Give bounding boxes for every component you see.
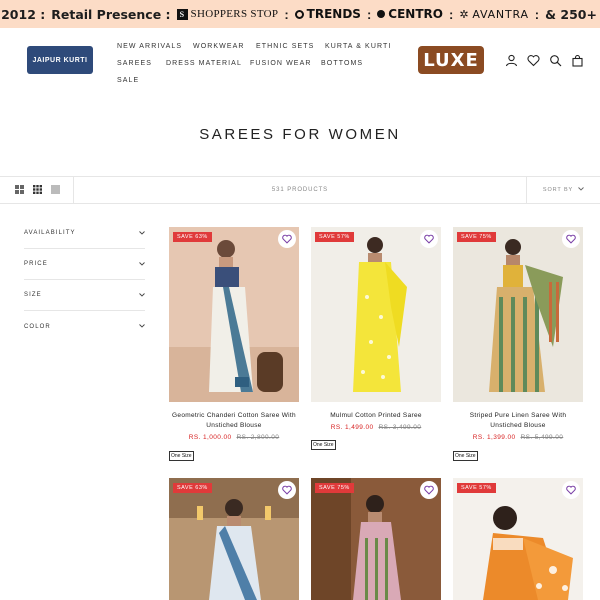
nav-row: SALE [117, 72, 407, 89]
user-icon[interactable] [505, 54, 518, 67]
bag-icon[interactable] [571, 54, 584, 67]
sort-by-dropdown[interactable]: SORT BY [526, 177, 600, 203]
product-name[interactable]: Geometric Chanderi Cotton Saree With Uns… [169, 411, 299, 431]
chevron-down-icon [139, 292, 145, 299]
nav-row: SAREES DRESS MATERIAL FUSION WEAR BOTTOM… [117, 55, 407, 72]
sale-price: RS. 1,000.00 [188, 434, 232, 441]
product-name[interactable]: Mulmul Cotton Printed Saree [311, 411, 441, 421]
wishlist-heart-icon[interactable] [420, 230, 438, 248]
original-price: RS. 2,800.00 [236, 434, 280, 441]
original-price: RS. 3,499.00 [378, 424, 422, 431]
wishlist-heart-icon[interactable] [420, 481, 438, 499]
filter-label: COLOR [24, 323, 51, 330]
site-header: JAIPUR KURTI NEW ARRIVALS WORKWEAR ETHNI… [0, 28, 600, 94]
product-prices: RS. 1,399.00 RS. 5,499.00 [453, 434, 583, 441]
page-title: SAREES FOR WOMEN [199, 126, 401, 143]
filter-availability[interactable]: AVAILABILITY [24, 218, 145, 249]
wishlist-heart-icon[interactable] [562, 230, 580, 248]
nav-ethnic-sets[interactable]: ETHNIC SETS [256, 43, 325, 50]
discount-badge: SAVE 63% [173, 232, 212, 242]
discount-badge: SAVE 57% [457, 483, 496, 493]
nav-new-arrivals[interactable]: NEW ARRIVALS [117, 43, 193, 50]
product-card[interactable]: SAVE 75% Striped Pure Linen Saree With U… [453, 227, 583, 467]
original-price: RS. 5,499.00 [520, 434, 564, 441]
nav-sale[interactable]: SALE [117, 77, 139, 84]
nav-dress-material[interactable]: DRESS MATERIAL [166, 60, 250, 67]
separator: : [448, 6, 454, 22]
sale-price: RS. 1,399.00 [472, 434, 516, 441]
product-card[interactable]: SAVE 63% Geometric Chanderi Cotton Saree… [169, 227, 299, 467]
announcement-bar: Since 2012 : Retail Presence : SSHOPPERS… [0, 0, 600, 28]
product-image[interactable]: SAVE 63% [169, 227, 299, 402]
filter-label: PRICE [24, 261, 48, 267]
discount-badge: SAVE 75% [457, 232, 496, 242]
main-nav: NEW ARRIVALS WORKWEAR ETHNIC SETS KURTA … [117, 38, 407, 89]
size-option[interactable]: One Size [311, 440, 336, 450]
announcement-retail: Retail Presence : [51, 6, 171, 22]
size-option[interactable]: One Size [453, 451, 478, 461]
grid-2-icon[interactable] [15, 181, 24, 199]
discount-badge: SAVE 57% [315, 232, 354, 242]
nav-sarees[interactable]: SAREES [117, 60, 166, 67]
wishlist-heart-icon[interactable] [562, 481, 580, 499]
filter-price[interactable]: PRICE [24, 249, 145, 280]
product-image[interactable]: SAVE 75% [453, 227, 583, 402]
product-card[interactable]: SAVE 75% [311, 478, 441, 600]
sort-by-label: SORT BY [542, 187, 574, 193]
chevron-down-icon [139, 323, 145, 330]
product-card[interactable]: SAVE 63% [169, 478, 299, 600]
product-card[interactable]: SAVE 57% Mulmul Cotton Printed Saree RS.… [311, 227, 441, 457]
chevron-down-icon [139, 230, 145, 237]
header-icons [505, 54, 584, 67]
product-prices: RS. 1,499.00 RS. 3,499.00 [311, 424, 441, 431]
filter-color[interactable]: COLOR [24, 311, 145, 342]
wishlist-heart-icon[interactable] [278, 481, 296, 499]
announcement-mbos: & 250+ MBOs [545, 6, 600, 22]
nav-workwear[interactable]: WORKWEAR [193, 43, 256, 50]
nav-bottoms[interactable]: BOTTOMS [321, 60, 363, 67]
product-card[interactable]: SAVE 57% [453, 478, 583, 600]
chevron-down-icon [139, 261, 145, 268]
discount-badge: SAVE 75% [315, 483, 354, 493]
nav-row: NEW ARRIVALS WORKWEAR ETHNIC SETS KURTA … [117, 38, 407, 55]
luxe-logo[interactable]: LUXE [418, 46, 484, 74]
filter-label: AVAILABILITY [24, 230, 76, 236]
product-name[interactable]: Striped Pure Linen Saree With Unstiched … [453, 411, 583, 431]
layout-switcher [0, 177, 74, 203]
filter-size[interactable]: SIZE [24, 280, 145, 311]
list-icon[interactable] [51, 181, 60, 199]
size-option[interactable]: One Size [169, 451, 194, 461]
collection-toolbar: 531 PRODUCTS SORT BY [0, 176, 600, 204]
announcement-since: Since 2012 : [0, 6, 46, 22]
separator: : [284, 6, 289, 22]
separator: : [366, 6, 372, 22]
product-image[interactable]: SAVE 57% [453, 478, 583, 600]
product-prices: RS. 1,000.00 RS. 2,800.00 [169, 434, 299, 441]
filter-label: SIZE [24, 292, 42, 298]
nav-fusion-wear[interactable]: FUSION WEAR [250, 60, 321, 67]
trends-logo: TRENDS [294, 7, 361, 21]
sale-price: RS. 1,499.00 [330, 424, 374, 431]
heart-icon[interactable] [527, 54, 540, 67]
separator: : [534, 6, 540, 22]
product-image[interactable]: SAVE 57% [311, 227, 441, 402]
grid-3-icon[interactable] [33, 181, 42, 199]
nav-kurta-kurti[interactable]: KURTA & KURTI [325, 43, 391, 50]
discount-badge: SAVE 63% [173, 483, 212, 493]
product-count: 531 PRODUCTS [271, 187, 329, 193]
chevron-down-icon [578, 187, 584, 193]
product-image[interactable]: SAVE 75% [311, 478, 441, 600]
search-icon[interactable] [549, 54, 562, 67]
wishlist-heart-icon[interactable] [278, 230, 296, 248]
product-image[interactable]: SAVE 63% [169, 478, 299, 600]
jaipur-kurti-logo[interactable]: JAIPUR KURTI [27, 46, 93, 74]
filters-sidebar: AVAILABILITY PRICE SIZE COLOR [24, 218, 145, 342]
shoppers-stop-logo: S SHOPPERS STOP [176, 8, 279, 20]
avantra-logo: ✲ AVANTRA [459, 7, 529, 21]
centro-logo: CENTRO [377, 7, 443, 21]
